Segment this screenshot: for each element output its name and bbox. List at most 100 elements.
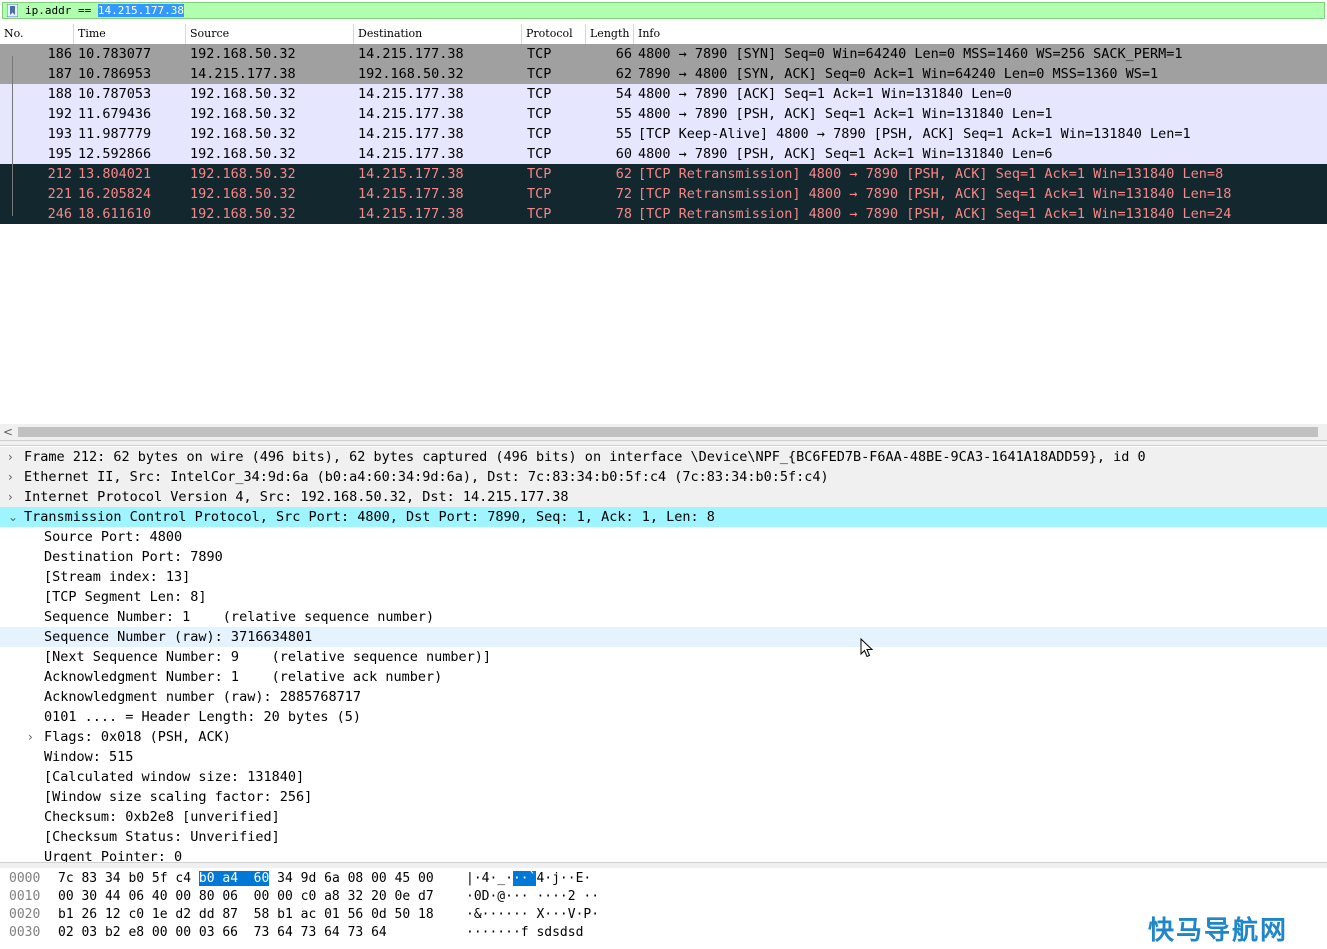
tree-field[interactable]: Acknowledgment number (raw): 2885768717 (0, 687, 1327, 707)
tree-node[interactable]: › Ethernet II, Src: IntelCor_34:9d:6a (b0… (0, 467, 1327, 487)
packet-list-hscrollbar[interactable]: < (0, 424, 1327, 440)
packet-time: 11.679436 (78, 106, 152, 122)
tree-field[interactable]: Sequence Number (raw): 3716634801 (0, 627, 1327, 647)
tree-field[interactable]: [Calculated window size: 131840] (0, 767, 1327, 787)
packet-length: 62 (615, 66, 632, 82)
packet-row[interactable]: 188 10.787053 192.168.50.32 14.215.177.38 TC… (0, 84, 1327, 104)
hex-bytes[interactable]: b1 26 12 c0 1e d2 dd 87 58 b1 ac 01 56 0… (58, 906, 434, 924)
tree-field[interactable]: Window: 515 (0, 747, 1327, 767)
packet-row[interactable]: 192 11.679436 192.168.50.32 14.215.177.38 TC… (0, 104, 1327, 124)
tree-field[interactable]: [Next Sequence Number: 9 (relative seque… (0, 647, 1327, 667)
packet-row[interactable]: 187 10.786953 14.215.177.38 192.168.50.32 TC… (0, 64, 1327, 84)
hex-ascii-highlight: ··` (512, 871, 537, 886)
tree-label: Sequence Number: 1 (relative sequence nu… (44, 609, 435, 625)
packet-bytes-pane[interactable]: 0000 7c 83 34 b0 5f c4 b0 a4 60 34 9d 6a … (0, 868, 1327, 949)
packet-source: 192.168.50.32 (190, 126, 296, 142)
scroll-left-icon[interactable]: < (3, 424, 13, 440)
tree-label: Flags: 0x018 (PSH, ACK) (44, 729, 231, 745)
hex-ascii[interactable]: ·0D·@··· ····2 ·· (466, 888, 599, 906)
packet-row[interactable]: 186 10.783077 192.168.50.32 14.215.177.38 TC… (0, 44, 1327, 64)
hex-row[interactable]: 0000 7c 83 34 b0 5f c4 b0 a4 60 34 9d 6a … (0, 870, 1327, 888)
packet-info: 4800 → 7890 [PSH, ACK] Seq=1 Ack=1 Win=1… (638, 106, 1053, 122)
bookmark-icon[interactable] (7, 4, 18, 17)
tree-label: Transmission Control Protocol, Src Port:… (24, 509, 715, 525)
expand-right-icon[interactable]: › (8, 487, 18, 507)
packet-row[interactable]: 212 13.804021 192.168.50.32 14.215.177.38 TC… (0, 164, 1327, 184)
packet-destination: 14.215.177.38 (358, 146, 464, 162)
packet-number: 195 (47, 146, 72, 162)
tree-field[interactable]: [TCP Segment Len: 8] (0, 587, 1327, 607)
packet-source: 192.168.50.32 (190, 86, 296, 102)
hex-row[interactable]: 0030 02 03 b2 e8 00 00 03 66 73 64 73 64 … (0, 924, 1327, 942)
packet-time: 10.783077 (78, 46, 152, 62)
column-header-source[interactable]: Source (186, 24, 354, 44)
scrollbar-thumb[interactable] (18, 427, 1318, 437)
column-header-info[interactable]: Info (634, 24, 1327, 44)
packet-row[interactable]: 193 11.987779 192.168.50.32 14.215.177.38 TC… (0, 124, 1327, 144)
hex-bytes[interactable]: 7c 83 34 b0 5f c4 b0 a4 60 34 9d 6a 08 0… (58, 870, 434, 888)
display-filter-bar: ip.addr == 14.215.177.38 (0, 0, 1327, 22)
tree-field[interactable]: [Window size scaling factor: 256] (0, 787, 1327, 807)
hex-ascii[interactable]: ·&······ X···V·P· (466, 906, 599, 924)
packet-list[interactable]: 186 10.783077 192.168.50.32 14.215.177.38 TC… (0, 44, 1327, 424)
tree-field[interactable]: [Checksum Status: Unverified] (0, 827, 1327, 847)
column-header-destination[interactable]: Destination (354, 24, 522, 44)
tree-label: [Checksum Status: Unverified] (44, 829, 280, 845)
tree-field[interactable]: 0101 .... = Header Length: 20 bytes (5) (0, 707, 1327, 727)
tree-field[interactable]: Acknowledgment Number: 1 (relative ack n… (0, 667, 1327, 687)
tree-field[interactable]: [Stream index: 13] (0, 567, 1327, 587)
packet-row[interactable]: 195 12.592866 192.168.50.32 14.215.177.38 TC… (0, 144, 1327, 164)
tree-label: Destination Port: 7890 (44, 549, 223, 565)
hex-row[interactable]: 0010 00 30 44 06 40 00 80 06 00 00 c0 a8 … (0, 888, 1327, 906)
packet-length: 60 (615, 146, 632, 162)
packet-details-tree[interactable]: › Frame 212: 62 bytes on wire (496 bits),… (0, 447, 1327, 862)
tree-field[interactable]: › Flags: 0x018 (PSH, ACK) (0, 727, 1327, 747)
packet-destination: 14.215.177.38 (358, 106, 464, 122)
packet-destination: 14.215.177.38 (358, 86, 464, 102)
tree-node[interactable]: › Internet Protocol Version 4, Src: 192.1… (0, 487, 1327, 507)
tree-label: Frame 212: 62 bytes on wire (496 bits), … (24, 449, 1146, 465)
packet-protocol: TCP (527, 206, 552, 222)
column-header-time[interactable]: Time (74, 24, 186, 44)
column-header-length[interactable]: Length (586, 24, 634, 44)
packet-time: 11.987779 (78, 126, 152, 142)
hex-bytes[interactable]: 02 03 b2 e8 00 00 03 66 73 64 73 64 73 6… (58, 924, 387, 942)
packet-time: 10.786953 (78, 66, 152, 82)
hex-ascii[interactable]: ·······f sdsdsd (466, 924, 583, 942)
tree-field[interactable]: Checksum: 0xb2e8 [unverified] (0, 807, 1327, 827)
column-header-protocol[interactable]: Protocol (522, 24, 586, 44)
tree-field[interactable]: Destination Port: 7890 (0, 547, 1327, 567)
hex-offset: 0010 (9, 889, 41, 904)
packet-protocol: TCP (527, 86, 552, 102)
tree-node[interactable]: ⌄ Transmission Control Protocol, Src Port… (0, 507, 1327, 527)
conversation-bracket (12, 56, 13, 216)
packet-destination: 14.215.177.38 (358, 166, 464, 182)
packet-info: [TCP Retransmission] 4800 → 7890 [PSH, A… (638, 206, 1232, 222)
packet-row[interactable]: 221 16.205824 192.168.50.32 14.215.177.38 TC… (0, 184, 1327, 204)
packet-source: 192.168.50.32 (190, 166, 296, 182)
expand-right-icon[interactable]: › (8, 447, 18, 467)
tree-node[interactable]: › Frame 212: 62 bytes on wire (496 bits),… (0, 447, 1327, 467)
tree-label: Window: 515 (44, 749, 134, 765)
packet-row[interactable]: 246 18.611610 192.168.50.32 14.215.177.38 TC… (0, 204, 1327, 224)
packet-number: 212 (47, 166, 72, 182)
pane-splitter[interactable] (0, 440, 1327, 446)
hex-row[interactable]: 0020 b1 26 12 c0 1e d2 dd 87 58 b1 ac 01 … (0, 906, 1327, 924)
expand-right-icon[interactable]: › (28, 727, 38, 747)
tree-field[interactable]: Source Port: 4800 (0, 527, 1327, 547)
expand-down-icon[interactable]: ⌄ (8, 507, 18, 527)
display-filter-input[interactable]: ip.addr == 14.215.177.38 (2, 2, 1325, 19)
tree-field[interactable]: Sequence Number: 1 (relative sequence nu… (0, 607, 1327, 627)
hex-offset: 0020 (9, 907, 41, 922)
hex-ascii[interactable]: |·4·_···`4·j··E· (466, 870, 591, 888)
tree-label: Sequence Number (raw): 3716634801 (44, 629, 313, 645)
tree-label: Internet Protocol Version 4, Src: 192.16… (24, 489, 569, 505)
packet-number: 186 (47, 46, 72, 62)
packet-destination: 14.215.177.38 (358, 206, 464, 222)
hex-bytes[interactable]: 00 30 44 06 40 00 80 06 00 00 c0 a8 32 2… (58, 888, 434, 906)
expand-right-icon[interactable]: › (8, 467, 18, 487)
column-header-no[interactable]: No. (0, 24, 74, 44)
tree-field[interactable]: Urgent Pointer: 0 (0, 847, 1327, 862)
packet-protocol: TCP (527, 46, 552, 62)
display-filter-text[interactable]: ip.addr == 14.215.177.38 (25, 4, 184, 18)
